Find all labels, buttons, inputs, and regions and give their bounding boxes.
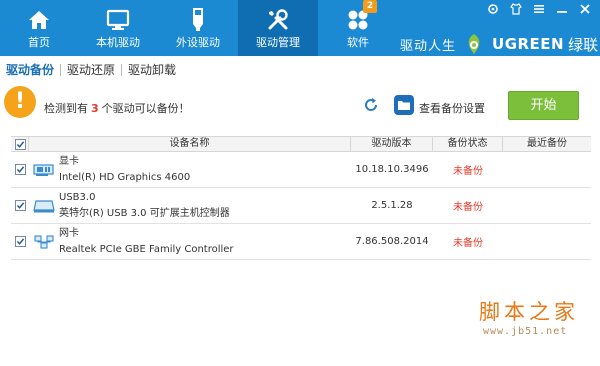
header-backup-status[interactable]: 备份状态 bbox=[433, 137, 503, 151]
checkmark-icon bbox=[16, 238, 25, 245]
device-category: USB3.0 bbox=[59, 191, 96, 203]
header-last-backup[interactable]: 最近备份 bbox=[503, 137, 591, 151]
home-icon bbox=[26, 8, 52, 32]
nav-software-label: 软件 bbox=[347, 36, 369, 49]
folder-icon bbox=[398, 101, 410, 110]
checkmark-icon bbox=[16, 141, 25, 148]
header-driver-version[interactable]: 驱动版本 bbox=[351, 137, 433, 151]
tab-driver-restore[interactable]: 驱动还原 bbox=[61, 56, 121, 84]
checkmark-icon bbox=[16, 166, 25, 173]
table-row[interactable]: USB3.0 英特尔(R) USB 3.0 可扩展主机控制器 2.5.1.28 … bbox=[11, 188, 591, 224]
select-all-cell bbox=[11, 137, 29, 151]
driver-backup-table: 设备名称 驱动版本 备份状态 最近备份 显卡 Intel(R) HD Graph… bbox=[11, 136, 591, 260]
window-controls bbox=[486, 2, 592, 15]
nav-home-label: 首页 bbox=[28, 36, 50, 49]
site-watermark: 脚本之家 www.jb51.net bbox=[479, 296, 591, 346]
nav-software[interactable]: 软件 2 bbox=[318, 0, 398, 56]
message-suffix: 个驱动可以备份！ bbox=[101, 102, 190, 115]
device-name: 英特尔(R) USB 3.0 可扩展主机控制器 bbox=[59, 207, 230, 219]
software-update-badge: 2 bbox=[363, 0, 377, 13]
table-row[interactable]: 网卡 Realtek PCIe GBE Family Controller 7.… bbox=[11, 224, 591, 260]
backup-driver-count: 3 bbox=[91, 102, 99, 115]
backup-status: 未备份 bbox=[453, 166, 483, 177]
nav-peripheral-drivers[interactable]: 外设驱动 bbox=[158, 0, 238, 56]
brand-name-cn: 驱动人生 bbox=[400, 38, 457, 54]
driver-life-logo-icon bbox=[468, 34, 480, 54]
nav-driver-management-label: 驱动管理 bbox=[256, 36, 300, 49]
graphics-card-icon bbox=[33, 163, 54, 176]
shirt-icon[interactable] bbox=[509, 2, 523, 15]
nav-peripheral-drivers-label: 外设驱动 bbox=[176, 36, 220, 49]
minimize-icon[interactable] bbox=[555, 2, 569, 15]
device-category: 网卡 bbox=[59, 227, 79, 239]
driver-management-subtabs: 驱动备份 驱动还原 驱动卸载 bbox=[0, 56, 600, 84]
wrench-icon bbox=[265, 8, 291, 32]
settings-icon[interactable] bbox=[486, 2, 500, 15]
device-info: USB3.0 英特尔(R) USB 3.0 可扩展主机控制器 bbox=[59, 190, 359, 222]
device-info: 网卡 Realtek PCIe GBE Family Controller bbox=[59, 226, 359, 258]
row-checkbox[interactable] bbox=[15, 236, 26, 247]
main-nav: 首页 本机驱动 外设驱动 驱动管理 软件 2 bbox=[0, 0, 398, 56]
ugreen-brand-cn: 绿联 bbox=[568, 35, 599, 54]
backup-info-bar: ! 检测到有 3 个驱动可以备份！ 查看备份设置 开始 bbox=[0, 84, 600, 128]
checkmark-icon bbox=[16, 202, 25, 209]
top-navigation-bar: 首页 本机驱动 外设驱动 驱动管理 软件 2 驱动人生 UGREEN 绿联 bbox=[0, 0, 600, 56]
ugreen-brand-text: UGREEN bbox=[492, 35, 565, 53]
driver-version: 2.5.1.28 bbox=[371, 200, 413, 211]
nav-driver-management[interactable]: 驱动管理 bbox=[238, 0, 318, 56]
menu-icon[interactable] bbox=[532, 2, 546, 15]
message-prefix: 检测到有 bbox=[44, 102, 88, 115]
watermark-url: www.jb51.net bbox=[483, 326, 568, 337]
device-name: Realtek PCIe GBE Family Controller bbox=[59, 243, 234, 255]
brand-logo-area: 驱动人生 UGREEN 绿联 bbox=[400, 30, 598, 58]
tab-driver-backup[interactable]: 驱动备份 bbox=[0, 56, 60, 84]
exclamation-icon: ! bbox=[4, 86, 36, 118]
monitor-icon bbox=[105, 8, 131, 32]
row-checkbox[interactable] bbox=[15, 164, 26, 175]
table-header: 设备名称 驱动版本 备份状态 最近备份 bbox=[11, 136, 591, 152]
row-checkbox[interactable] bbox=[15, 200, 26, 211]
usb-icon bbox=[185, 8, 211, 32]
view-backup-settings-link[interactable]: 查看备份设置 bbox=[419, 100, 485, 116]
nav-local-drivers[interactable]: 本机驱动 bbox=[78, 0, 158, 56]
backup-count-message: 检测到有 3 个驱动可以备份！ bbox=[44, 100, 190, 116]
device-category: 显卡 bbox=[59, 155, 79, 167]
driver-version: 7.86.508.2014 bbox=[355, 236, 429, 247]
table-row[interactable]: 显卡 Intel(R) HD Graphics 4600 10.18.10.34… bbox=[11, 152, 591, 188]
header-device-name[interactable]: 设备名称 bbox=[29, 137, 351, 151]
watermark-site-name: 脚本之家 bbox=[479, 300, 579, 324]
nav-local-drivers-label: 本机驱动 bbox=[96, 36, 140, 49]
backup-status: 未备份 bbox=[453, 202, 483, 213]
device-name: Intel(R) HD Graphics 4600 bbox=[59, 171, 191, 183]
backup-status: 未备份 bbox=[453, 238, 483, 249]
device-info: 显卡 Intel(R) HD Graphics 4600 bbox=[59, 154, 359, 186]
nav-home[interactable]: 首页 bbox=[0, 0, 78, 56]
usb-controller-icon bbox=[33, 199, 55, 212]
refresh-icon[interactable] bbox=[363, 97, 379, 113]
start-backup-button[interactable]: 开始 bbox=[508, 91, 579, 120]
backup-folder-button[interactable] bbox=[394, 95, 414, 115]
close-icon[interactable] bbox=[578, 2, 592, 15]
select-all-checkbox[interactable] bbox=[15, 139, 26, 150]
network-card-icon bbox=[34, 234, 54, 249]
driver-version: 10.18.10.3496 bbox=[355, 164, 429, 175]
tab-driver-uninstall[interactable]: 驱动卸载 bbox=[122, 56, 182, 84]
